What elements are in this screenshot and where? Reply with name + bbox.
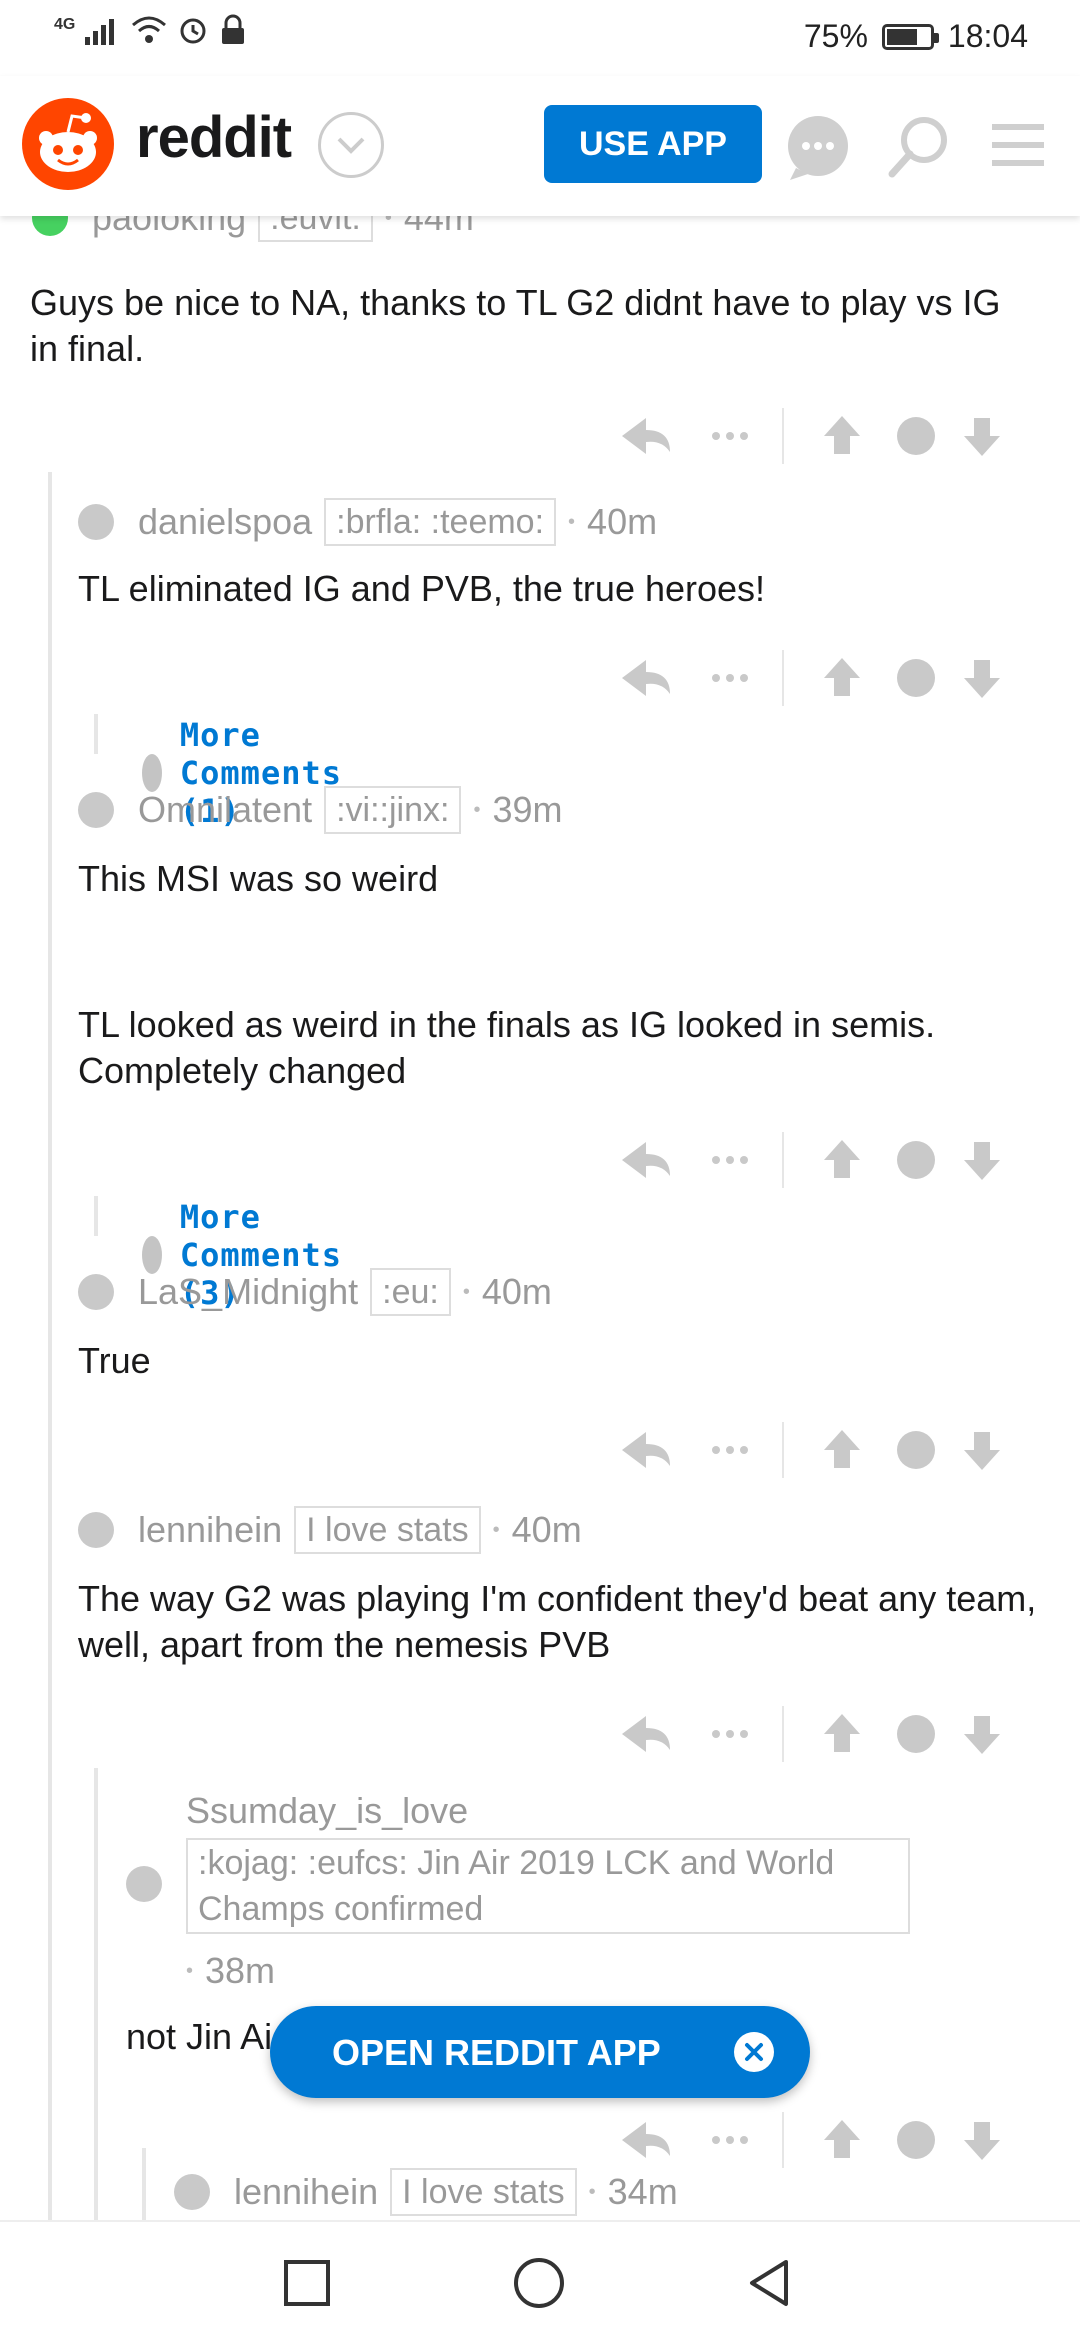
thread-line[interactable]	[94, 714, 98, 754]
thread-line[interactable]	[94, 1768, 98, 2220]
use-app-button[interactable]: USE APP	[544, 105, 762, 183]
comment-time: 44m	[403, 216, 474, 238]
comment-actions[interactable]	[602, 2108, 1042, 2172]
open-app-label: OPEN REDDIT APP	[332, 2032, 661, 2073]
status-bar: 4G 75% 18:04	[0, 0, 1080, 76]
collapse-check-icon[interactable]	[78, 1512, 114, 1548]
recents-square-icon[interactable]	[282, 2258, 332, 2308]
comment-action-icons[interactable]	[602, 1128, 1042, 1192]
user-flair: :kojag: :eufcs: Jin Air 2019 LCK and Wor…	[186, 1838, 910, 1934]
collapse-check-icon[interactable]	[78, 1274, 114, 1310]
comment-actions[interactable]	[602, 1128, 1042, 1192]
battery-icon	[881, 23, 939, 50]
collapse-check-icon[interactable]	[78, 792, 114, 828]
user-flair: :eu:	[370, 1268, 451, 1316]
menu-icon[interactable]	[990, 118, 1046, 174]
comment-action-icons[interactable]	[602, 2108, 1042, 2172]
open-reddit-app-button[interactable]: OPEN REDDIT APP	[270, 2006, 810, 2098]
separator-dot: •	[186, 1959, 194, 1982]
signal-icon	[85, 19, 115, 45]
chat-icon[interactable]	[782, 112, 854, 184]
comment-body: TL eliminated IG and PVB, the true heroe…	[78, 568, 766, 609]
separator-dot: •	[384, 216, 392, 229]
alarm-icon	[180, 18, 206, 44]
comment-author[interactable]: LaS_Midnight	[138, 1271, 358, 1313]
thread-line[interactable]	[142, 2148, 146, 2220]
comment-actions[interactable]	[602, 1418, 1042, 1482]
chevron-down-icon[interactable]	[318, 112, 384, 178]
user-flair: I love stats	[294, 1506, 481, 1554]
brand-wordmark[interactable]: reddit	[136, 104, 292, 171]
comment-time: 38m	[205, 1950, 276, 1991]
separator-dot: •	[492, 1518, 500, 1541]
comment-thread: paoloking :euvit: • 44m Guys be nice to …	[0, 216, 1080, 2220]
comment-actions[interactable]	[602, 1702, 1042, 1766]
close-icon[interactable]	[734, 2032, 774, 2072]
comment-action-icons[interactable]	[602, 1418, 1042, 1482]
home-circle-icon[interactable]	[512, 2256, 566, 2310]
comment-time: 40m	[511, 1509, 582, 1550]
comment-body: True	[78, 1340, 151, 1381]
comment-time: 40m	[587, 501, 658, 542]
wifi-icon	[132, 16, 167, 43]
battery-percent: 75%	[803, 18, 868, 54]
user-flair: I love stats	[390, 2168, 577, 2216]
thread-line[interactable]	[48, 472, 52, 2220]
comment-time: 39m	[492, 789, 563, 830]
user-flair: :euvit:	[258, 216, 373, 242]
network-type: 4G	[54, 16, 76, 33]
reddit-logo-icon[interactable]	[22, 98, 114, 190]
collapse-check-icon[interactable]	[78, 504, 114, 540]
comment-author[interactable]: lennihein	[234, 2171, 378, 2213]
comment-body: The way G2 was playing I'm confident the…	[78, 1578, 1037, 1665]
collapse-check-icon[interactable]	[174, 2174, 210, 2210]
comment-body: Guys be nice to NA, thanks to TL G2 didn…	[30, 282, 1001, 369]
header: reddit USE APP	[0, 76, 1080, 216]
comment-author[interactable]: paoloking	[92, 216, 246, 239]
comment-time: 34m	[607, 2171, 678, 2212]
separator-dot: •	[568, 510, 576, 533]
user-flair: :brfla: :teemo:	[324, 498, 557, 546]
comment-action-icons[interactable]	[602, 646, 1042, 710]
comment-time: 40m	[481, 1271, 552, 1312]
comment-body: TL looked as weird in the finals as IG l…	[78, 1004, 936, 1091]
comment-author[interactable]: lennihein	[138, 1509, 282, 1551]
comment-action-icons[interactable]	[602, 1702, 1042, 1766]
back-triangle-icon[interactable]	[742, 2256, 796, 2310]
thread-line[interactable]	[94, 1196, 98, 1236]
system-nav-bar	[0, 2220, 1080, 2342]
user-flair: :vi::jinx:	[324, 786, 462, 834]
separator-dot: •	[473, 798, 481, 821]
comment-body: This MSI was so weird	[78, 858, 439, 899]
separator-dot: •	[462, 1280, 470, 1303]
comment-author[interactable]: Omnilatent	[138, 789, 312, 831]
search-icon[interactable]	[882, 112, 954, 184]
clock: 18:04	[947, 18, 1028, 54]
collapse-check-icon[interactable]	[126, 1866, 162, 1902]
lock-icon	[222, 14, 245, 44]
op-check-icon	[32, 216, 68, 236]
separator-dot: •	[588, 2180, 596, 2203]
comment-actions[interactable]	[602, 646, 1042, 710]
comment-actions[interactable]	[602, 404, 1042, 468]
comment-author[interactable]: danielspoa	[138, 501, 312, 543]
comment-author[interactable]: Ssumday_is_love	[186, 1790, 468, 1832]
comment-action-icons[interactable]	[602, 404, 1042, 468]
